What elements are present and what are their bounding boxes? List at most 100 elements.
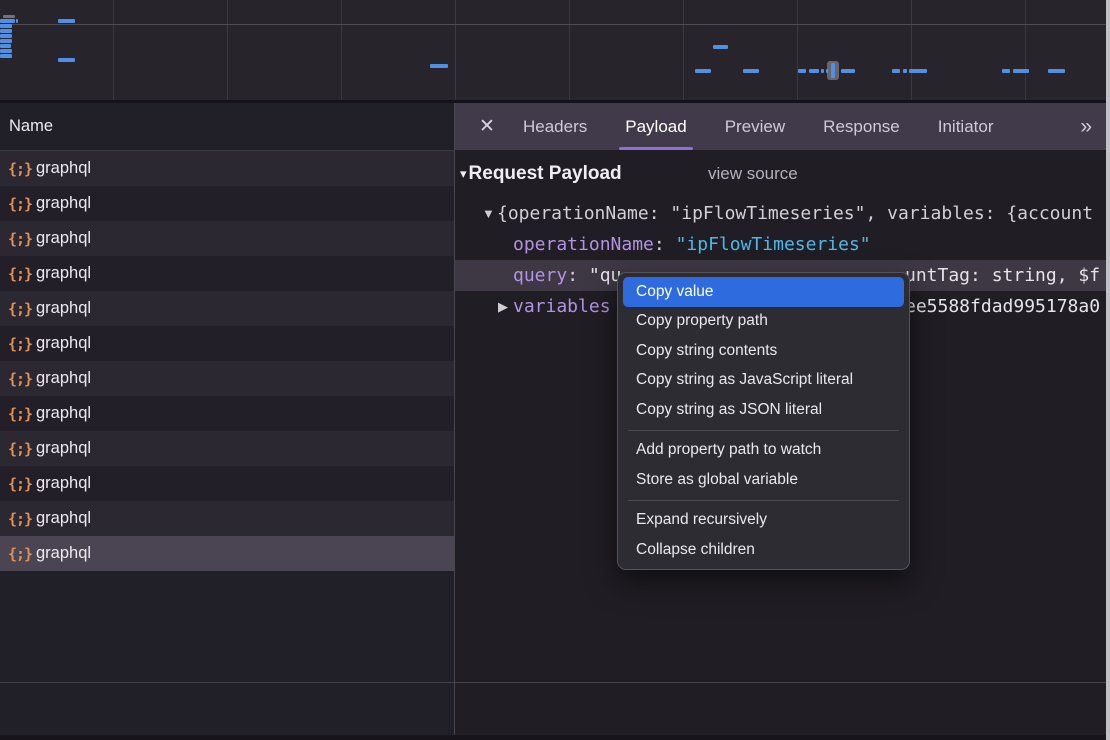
property-line: operationName: "ipFlowTimeseries" [513,229,1106,260]
menu-item-expand-recursively[interactable]: Expand recursively [618,506,909,536]
detail-tabbar: ✕ Headers Payload Preview Response Initiator… [455,103,1106,150]
panel-divider[interactable] [454,103,455,735]
waterfall-bar[interactable] [430,64,448,68]
payload-row-operationname[interactable]: operationName: "ipFlowTimeseries" [455,229,1106,260]
waterfall-bar[interactable] [821,69,824,73]
waterfall-bar[interactable] [909,69,927,73]
menu-item-collapse-children[interactable]: Collapse children [618,535,909,565]
network-request-row[interactable]: {;}graphql [0,151,454,186]
waterfall-bar[interactable] [798,69,806,73]
name-column-label: Name [9,117,53,136]
menu-item-copy-string-contents[interactable]: Copy string contents [618,336,909,366]
property-key: operationName [513,234,654,255]
menu-item-copy-property-path[interactable]: Copy property path [618,307,909,337]
json-request-icon: {;} [8,440,36,458]
view-source-link[interactable]: view source [708,164,798,184]
waterfall-bar[interactable] [0,19,15,23]
request-name-label: graphql [36,194,91,213]
property-value: "ipFlowTimeseries" [676,234,871,255]
overview-baseline [0,24,1106,25]
waterfall-bar[interactable] [892,69,900,73]
waterfall-bar[interactable] [1013,69,1029,73]
waterfall-bar[interactable] [0,44,11,48]
overview-gridline [1025,0,1026,100]
key-separator: : [567,265,589,286]
collapsed-arrow-icon[interactable]: ▶ [498,291,508,322]
tab-preview[interactable]: Preview [706,103,804,150]
tab-response[interactable]: Response [804,103,919,150]
request-name-label: graphql [36,509,91,528]
name-column-header[interactable]: Name [0,103,454,151]
expanded-arrow-icon[interactable]: ▼ [482,198,495,229]
network-request-row[interactable]: {;}graphql [0,536,454,571]
network-request-row[interactable]: {;}graphql [0,396,454,431]
json-request-icon: {;} [8,300,36,318]
network-request-row[interactable]: {;}graphql [0,501,454,536]
selected-request-tick [831,63,835,78]
json-request-icon: {;} [8,405,36,423]
waterfall-bar[interactable] [0,39,12,43]
tab-payload[interactable]: Payload [606,103,705,150]
property-key: variables [513,296,611,317]
request-name-label: graphql [36,439,91,458]
network-request-row[interactable]: {;}graphql [0,256,454,291]
waterfall-bar[interactable] [0,49,12,53]
payload-summary: {operationName: "ipFlowTimeseries", vari… [497,198,1106,229]
waterfall-bar[interactable] [0,54,12,58]
tab-label: Preview [725,117,785,137]
request-name-label: graphql [36,404,91,423]
json-request-icon: {;} [8,475,36,493]
waterfall-bar[interactable] [809,69,819,73]
waterfall-bar[interactable] [1002,69,1010,73]
overview-gridline [911,0,912,100]
tab-label: Payload [625,117,686,137]
waterfall-bar[interactable] [695,69,711,73]
section-collapse-icon[interactable]: ▾ [460,166,467,182]
menu-item-add-property-path-to-watch[interactable]: Add property path to watch [618,436,909,466]
network-request-row[interactable]: {;}graphql [0,466,454,501]
waterfall-bar[interactable] [713,45,728,49]
request-name-label: graphql [36,159,91,178]
property-value-right: ee5588fdad995178a0 [905,291,1100,322]
network-request-row[interactable]: {;}graphql [0,431,454,466]
tab-initiator[interactable]: Initiator [919,103,1013,150]
request-payload-section-header[interactable]: ▾ Request Payload view source [455,150,1106,198]
json-request-icon: {;} [8,335,36,353]
close-icon[interactable]: ✕ [470,115,504,138]
tab-label: Initiator [938,117,994,137]
waterfall-bar[interactable] [743,69,759,73]
waterfall-bar[interactable] [0,34,12,38]
request-name-label: graphql [36,229,91,248]
property-value-right: untTag: string, $f [905,260,1100,291]
request-name-label: graphql [36,474,91,493]
network-request-row[interactable]: {;}graphql [0,221,454,256]
network-request-row[interactable]: {;}graphql [0,361,454,396]
waterfall-bar[interactable] [0,29,12,33]
network-request-row[interactable]: {;}graphql [0,186,454,221]
waterfall-bar[interactable] [841,69,855,73]
network-request-row[interactable]: {;}graphql [0,291,454,326]
waterfall-bar[interactable] [903,69,907,73]
tab-label: Response [823,117,900,137]
waterfall-bar[interactable] [0,24,12,28]
json-request-icon: {;} [8,160,36,178]
context-menu: Copy valueCopy property pathCopy string … [617,272,910,570]
waterfall-bar[interactable] [1048,69,1065,73]
request-list: {;}graphql{;}graphql{;}graphql{;}graphql… [0,151,454,571]
menu-item-store-as-global-variable[interactable]: Store as global variable [618,465,909,495]
tab-label: Headers [523,117,587,137]
more-tabs-icon[interactable]: » [1080,115,1090,139]
network-request-row[interactable]: {;}graphql [0,326,454,361]
payload-root-row[interactable]: ▼ {operationName: "ipFlowTimeseries", va… [455,198,1106,229]
menu-item-copy-string-as-json-literal[interactable]: Copy string as JSON literal [618,395,909,425]
json-request-icon: {;} [8,265,36,283]
waterfall-bar[interactable] [16,19,18,23]
tab-headers[interactable]: Headers [504,103,606,150]
menu-item-copy-string-as-javascript-literal[interactable]: Copy string as JavaScript literal [618,366,909,396]
waterfall-bar[interactable] [3,15,15,18]
network-overview[interactable] [0,0,1106,103]
json-request-icon: {;} [8,510,36,528]
waterfall-bar[interactable] [58,58,75,62]
menu-item-copy-value[interactable]: Copy value [623,277,904,307]
waterfall-bar[interactable] [58,19,75,23]
